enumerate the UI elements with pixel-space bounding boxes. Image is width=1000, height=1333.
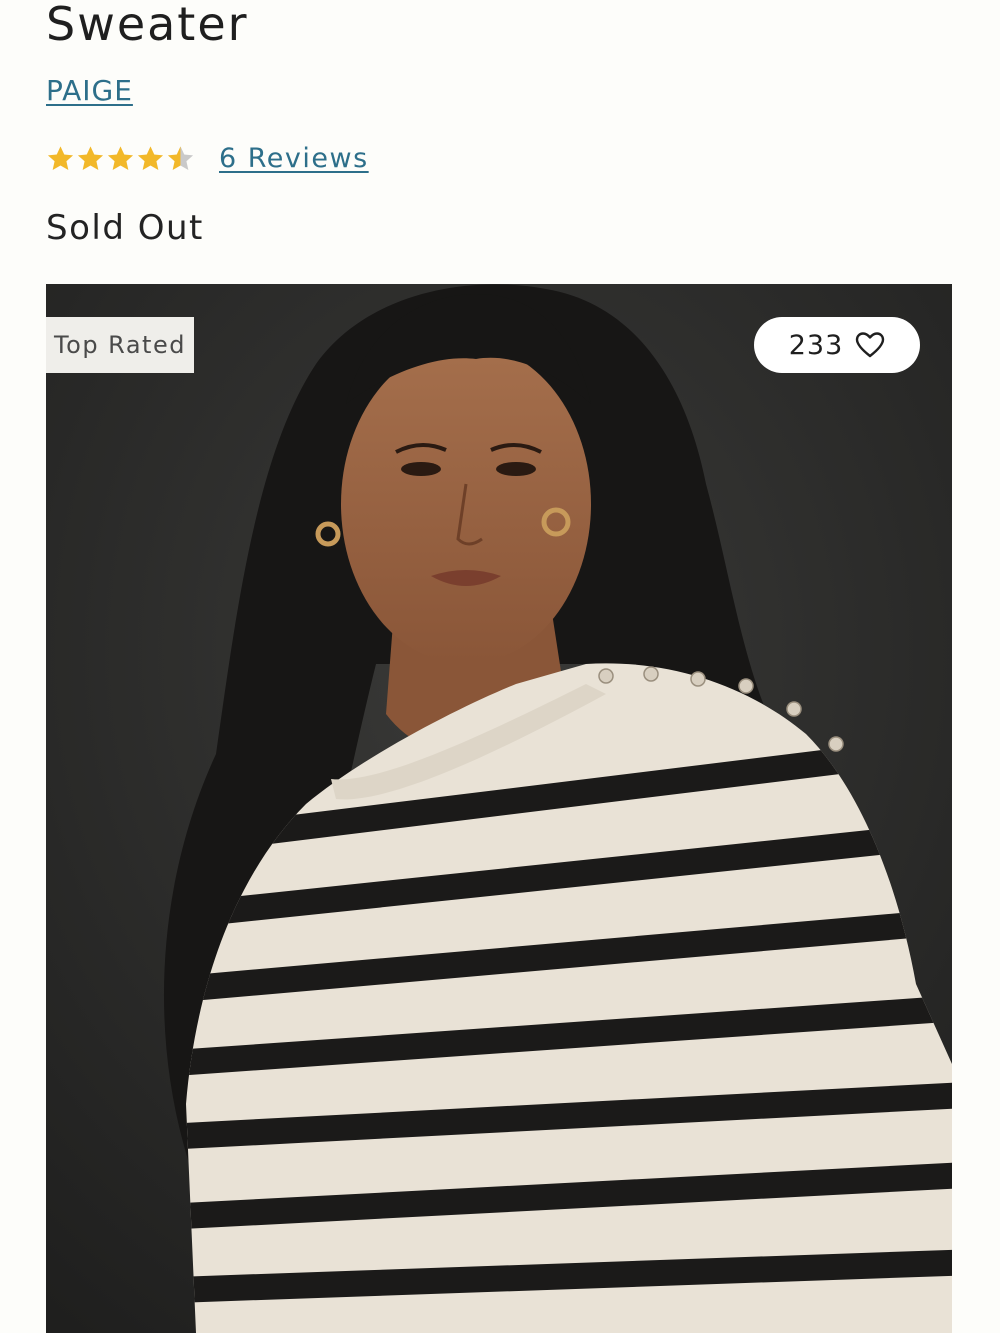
rating-stars[interactable]: [46, 144, 195, 173]
star-icon: [167, 145, 194, 170]
brand-link[interactable]: PAIGE: [46, 74, 133, 107]
product-image[interactable]: [46, 284, 952, 1333]
like-button[interactable]: 233: [754, 317, 920, 373]
heart-outline-icon: [856, 332, 885, 358]
star-icon: [47, 145, 74, 170]
product-title: Sweater: [46, 0, 249, 51]
product-page: Sweater PAIGE 6 Reviews Sold Out Top Rat…: [0, 0, 1000, 1333]
product-photo: [46, 284, 952, 1333]
like-count: 233: [788, 329, 844, 361]
star-icon: [107, 145, 134, 170]
star-icon: [77, 145, 104, 170]
top-rated-badge: Top Rated: [46, 317, 194, 373]
rating-row: 6 Reviews: [46, 138, 369, 178]
reviews-link[interactable]: 6 Reviews: [219, 143, 369, 174]
availability-status: Sold Out: [46, 208, 204, 248]
star-icon: [137, 145, 164, 170]
